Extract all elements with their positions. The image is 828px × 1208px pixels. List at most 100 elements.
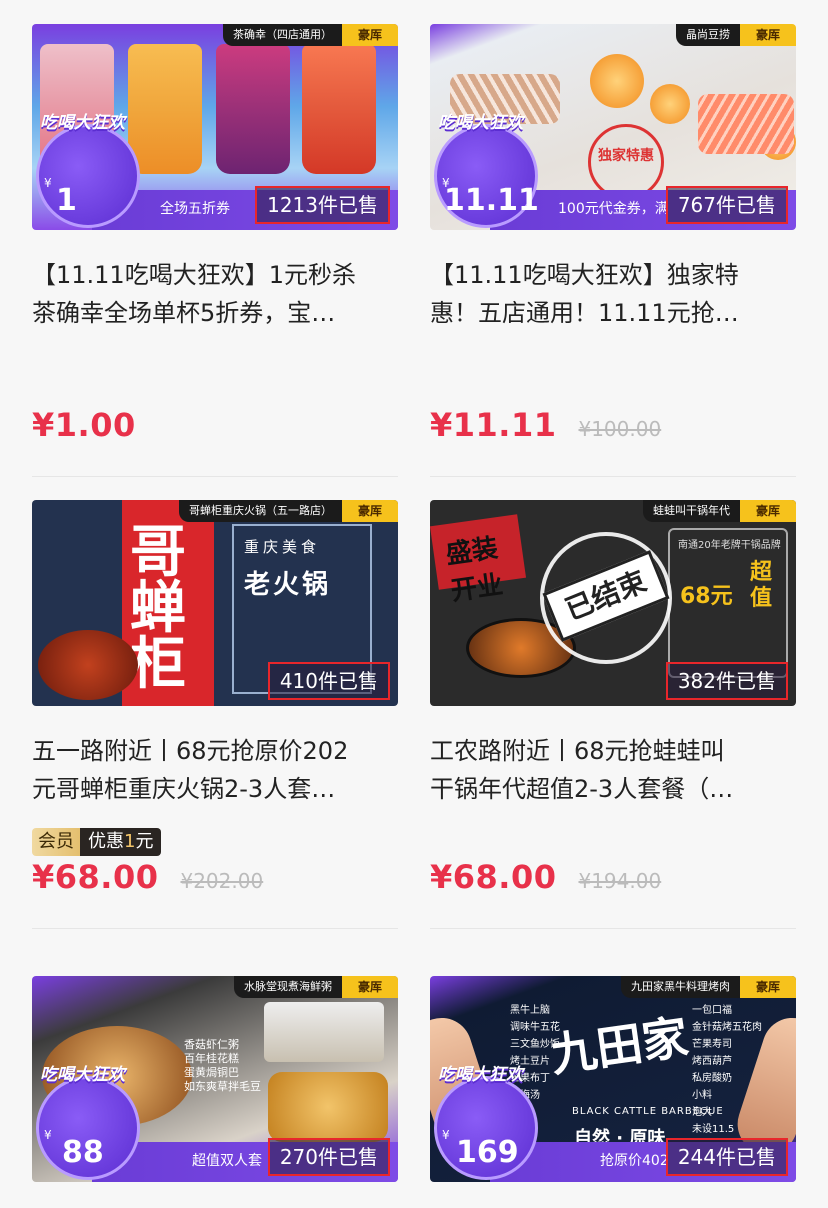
opening-banner: 盛装开业 bbox=[430, 514, 527, 607]
member-discount-value: 1 bbox=[124, 831, 136, 852]
deal-title-line: 茶确幸全场单杯5折券，宝… bbox=[32, 299, 336, 327]
original-price: ¥194.00 bbox=[578, 869, 662, 893]
menu-item: 一包口福 bbox=[692, 1005, 732, 1016]
deal-thumbnail[interactable]: 独家特惠 晶尚豆捞 豪厍 吃喝大狂欢 ¥ 11.11 100元代金券，满 767… bbox=[430, 24, 796, 230]
deal-thumbnail[interactable]: 盛装开业 南通20年老牌干锅品牌 68元 超值 已结束 蛙蛙叫干锅年代 豪厍 3… bbox=[430, 500, 796, 706]
menu-list-right: 一包口福 金针菇烤五花肉 芒果寿司 烤西葫芦 私房酸奶 小料 泡大 未设11.5 bbox=[692, 1002, 762, 1138]
deal-title[interactable]: 五一路附近丨68元抢原价202 元哥蝉柜重庆火锅2-3人套… bbox=[32, 732, 398, 808]
deal-price: ¥1.00 bbox=[32, 406, 136, 444]
deal-title-line: 【11.11吃喝大狂欢】1元秒杀 bbox=[32, 261, 356, 289]
deal-thumbnail[interactable]: 香菇虾仁粥 百年桂花糕 蛋黄焗铜巴 如东爽草拌毛豆 水脉堂现煮海鲜粥 豪厍 吃喝… bbox=[32, 976, 398, 1182]
promo-panel-note: 南通20年老牌干锅品牌 bbox=[678, 540, 781, 551]
brand-tag: 豪厍 bbox=[740, 500, 796, 522]
price-row: ¥1.00 bbox=[32, 406, 158, 444]
sold-count: 1213件已售 bbox=[255, 186, 390, 224]
brand-logo-text: 九田家 bbox=[547, 1009, 692, 1083]
menu-item: 私房酸奶 bbox=[692, 1073, 732, 1084]
menu-box-subtitle: 重庆美食 bbox=[244, 538, 321, 556]
deal-title-line: 五一路附近丨68元抢原价202 bbox=[32, 737, 349, 765]
promo-text: 抢原价402 bbox=[600, 1153, 669, 1169]
shop-tag: 水脉堂现煮海鲜粥 bbox=[234, 976, 342, 998]
deal-title-line: 【11.11吃喝大狂欢】独家特 bbox=[430, 261, 739, 289]
member-label: 会员 bbox=[32, 828, 80, 856]
menu-item: 百年桂花糕 bbox=[184, 1052, 239, 1065]
shop-tag: 哥蝉柜重庆火锅（五一路店） bbox=[179, 500, 342, 522]
brand-tag: 豪厍 bbox=[342, 500, 398, 522]
brand-tag: 豪厍 bbox=[740, 976, 796, 998]
original-price: ¥202.00 bbox=[180, 869, 264, 893]
drink-image bbox=[216, 44, 290, 174]
promo-price: 169 bbox=[456, 1135, 519, 1170]
deal-title[interactable]: 【11.11吃喝大狂欢】1元秒杀 茶确幸全场单杯5折券，宝… bbox=[32, 256, 398, 332]
deal-title[interactable]: 【11.11吃喝大狂欢】独家特 惠！五店通用！11.11元抢… bbox=[430, 256, 796, 332]
hotpot-image bbox=[38, 630, 138, 700]
promo-badge: 吃喝大狂欢 bbox=[438, 113, 523, 133]
food-image bbox=[698, 94, 794, 154]
promo-badge: 吃喝大狂欢 bbox=[438, 1065, 523, 1085]
brand-banner-text: 哥蝉柜 bbox=[130, 519, 186, 697]
deal-title[interactable]: 工农路附近丨68元抢蛙蛙叫 干锅年代超值2-3人套餐（… bbox=[430, 732, 796, 808]
deal-card[interactable]: 茶确幸（四店通用） 豪厍 吃喝大狂欢 ¥ 1 全场五折券 1213件已售 【11… bbox=[32, 24, 398, 477]
menu-box-title: 老火锅 bbox=[244, 570, 332, 600]
menu-item: 香菇虾仁粥 bbox=[184, 1038, 239, 1051]
deal-card[interactable]: 黑牛上脑 调味牛五花 三文鱼炒饭 烤土豆片 芒果布丁 酸梅汤 一包口福 金针菇烤… bbox=[430, 976, 796, 1182]
divider bbox=[32, 928, 398, 929]
deal-title-line: 干锅年代超值2-3人套餐（… bbox=[430, 775, 734, 803]
deal-price: ¥68.00 bbox=[430, 858, 557, 896]
sold-count: 410件已售 bbox=[267, 662, 390, 700]
food-image bbox=[590, 54, 644, 108]
sold-count: 270件已售 bbox=[267, 1138, 390, 1176]
deal-thumbnail[interactable]: 黑牛上脑 调味牛五花 三文鱼炒饭 烤土豆片 芒果布丁 酸梅汤 一包口福 金针菇烤… bbox=[430, 976, 796, 1182]
promo-panel: 南通20年老牌干锅品牌 68元 超值 bbox=[668, 528, 788, 678]
member-discount: 优惠1元 bbox=[80, 828, 162, 856]
promo-currency: ¥ bbox=[442, 1128, 450, 1142]
promo-badge: 吃喝大狂欢 bbox=[40, 1065, 125, 1085]
shop-tag: 蛙蛙叫干锅年代 bbox=[643, 500, 740, 522]
food-image bbox=[650, 84, 690, 124]
menu-item: 如东爽草拌毛豆 bbox=[184, 1080, 261, 1093]
price-row: ¥68.00 ¥194.00 bbox=[430, 858, 661, 896]
deal-thumbnail[interactable]: 茶确幸（四店通用） 豪厍 吃喝大狂欢 ¥ 1 全场五折券 1213件已售 bbox=[32, 24, 398, 230]
menu-item: 蛋黄焗铜巴 bbox=[184, 1066, 239, 1079]
member-discount-suffix: 元 bbox=[135, 831, 154, 852]
menu-item: 金针菇烤五花肉 bbox=[692, 1022, 762, 1033]
deal-card[interactable]: 独家特惠 晶尚豆捞 豪厍 吃喝大狂欢 ¥ 11.11 100元代金券，满 767… bbox=[430, 24, 796, 477]
deal-title-line: 惠！五店通用！11.11元抢… bbox=[430, 299, 739, 327]
promo-price: 1 bbox=[56, 183, 77, 218]
shop-tag: 茶确幸（四店通用） bbox=[223, 24, 342, 46]
promo-badge: 吃喝大狂欢 bbox=[40, 113, 125, 133]
food-image bbox=[268, 1072, 388, 1142]
member-discount-badge: 会员 优惠1元 bbox=[32, 828, 162, 856]
divider bbox=[32, 476, 398, 477]
deal-card[interactable]: 香菇虾仁粥 百年桂花糕 蛋黄焗铜巴 如东爽草拌毛豆 水脉堂现煮海鲜粥 豪厍 吃喝… bbox=[32, 976, 398, 1182]
exclusive-stamp: 独家特惠 bbox=[588, 124, 664, 200]
promo-panel-price: 68元 bbox=[680, 584, 733, 609]
sold-count: 767件已售 bbox=[665, 186, 788, 224]
deal-card[interactable]: 哥蝉柜 重庆美食 老火锅 哥蝉柜重庆火锅（五一路店） 豪厍 410件已售 五一路… bbox=[32, 500, 398, 929]
shop-tag: 晶尚豆捞 bbox=[676, 24, 740, 46]
promo-text: 全场五折券 bbox=[160, 201, 230, 217]
deal-thumbnail[interactable]: 哥蝉柜 重庆美食 老火锅 哥蝉柜重庆火锅（五一路店） 豪厍 410件已售 bbox=[32, 500, 398, 706]
promo-text: 超值双人套 bbox=[192, 1153, 262, 1169]
promo-currency: ¥ bbox=[44, 1128, 52, 1142]
menu-list: 香菇虾仁粥 百年桂花糕 蛋黄焗铜巴 如东爽草拌毛豆 bbox=[184, 1038, 261, 1094]
drink-image bbox=[302, 44, 376, 174]
shop-tag: 九田家黑牛料理烤肉 bbox=[621, 976, 740, 998]
opening-banner-text: 盛装开业 bbox=[444, 533, 505, 607]
promo-text: 100元代金券，满 bbox=[558, 201, 669, 217]
menu-item: 未设11.5 bbox=[692, 1124, 735, 1135]
menu-item: 黑牛上脑 bbox=[510, 1005, 550, 1016]
deal-card[interactable]: 盛装开业 南通20年老牌干锅品牌 68元 超值 已结束 蛙蛙叫干锅年代 豪厍 3… bbox=[430, 500, 796, 929]
sold-count: 382件已售 bbox=[665, 662, 788, 700]
promo-price: 11.11 bbox=[444, 183, 539, 218]
member-discount-prefix: 优惠 bbox=[88, 831, 124, 852]
menu-item: 小料 bbox=[692, 1090, 712, 1101]
deal-price: ¥68.00 bbox=[32, 858, 159, 896]
promo-currency: ¥ bbox=[44, 176, 52, 190]
original-price: ¥100.00 bbox=[578, 417, 662, 441]
menu-item: 芒果寿司 bbox=[692, 1039, 732, 1050]
deal-title-line: 元哥蝉柜重庆火锅2-3人套… bbox=[32, 775, 336, 803]
brand-subtitle: BLACK CATTLE BARBECUE bbox=[572, 1106, 724, 1117]
divider bbox=[430, 928, 796, 929]
promo-panel-headline: 超值 bbox=[750, 560, 773, 611]
